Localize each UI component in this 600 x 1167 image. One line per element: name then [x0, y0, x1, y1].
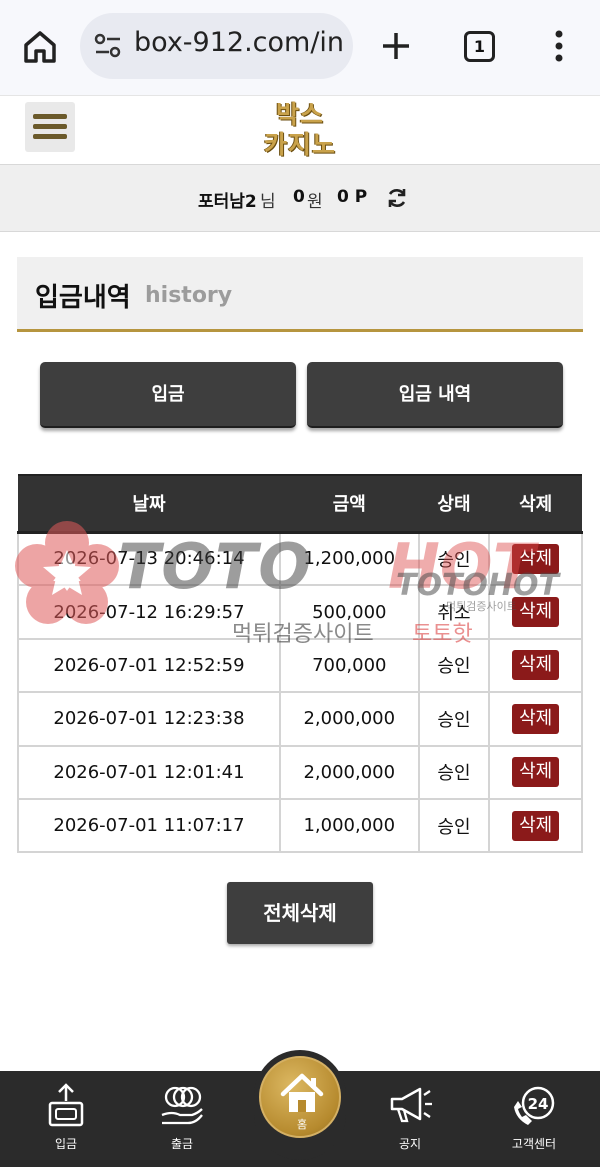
hamburger-line — [33, 124, 67, 129]
deposit-tab-button[interactable]: 입금 — [40, 362, 296, 428]
user-name-suffix: 님 — [260, 192, 276, 212]
row-amount: 700,000 — [278, 637, 420, 694]
row-date: 2026-07-01 11:07:17 — [17, 797, 281, 854]
row-date: 2026-07-01 12:01:41 — [17, 744, 281, 800]
svg-text:24: 24 — [528, 1095, 549, 1113]
user-name: 포터남2 — [198, 192, 257, 212]
nav-item-deposit[interactable]: 입금 — [11, 1071, 121, 1167]
row-status: 승인 — [417, 744, 491, 800]
tab-switcher-button[interactable]: 1 — [464, 31, 495, 62]
table-row: 2026-07-01 12:23:38 2,000,000 승인 삭제 — [17, 691, 583, 747]
row-delete-cell: 삭제 — [488, 691, 583, 747]
row-status: 승인 — [417, 637, 491, 694]
nav-label-deposit: 입금 — [54, 1137, 78, 1151]
row-status: 승인 — [417, 691, 491, 747]
row-amount: 1,200,000 — [278, 530, 420, 587]
row-delete-button[interactable]: 삭제 — [512, 703, 560, 734]
row-amount: 1,000,000 — [278, 797, 420, 854]
deposit-history-table: 날짜 금액 상태 삭제 2026-07-13 20:46:14 1,200,00… — [17, 474, 583, 854]
row-amount: 2,000,000 — [278, 691, 420, 747]
deposit-icon — [48, 1083, 84, 1127]
new-tab-plus-icon[interactable] — [380, 30, 412, 62]
more-vert-icon[interactable] — [552, 30, 566, 62]
page-subtitle: history — [145, 283, 233, 308]
table-row: 2026-07-01 12:52:59 700,000 승인 삭제 — [17, 637, 583, 694]
column-header-status: 상태 — [418, 474, 490, 534]
nav-item-notice[interactable]: 공지 — [355, 1071, 465, 1167]
row-amount: 500,000 — [278, 584, 420, 640]
row-delete-cell: 삭제 — [488, 584, 583, 640]
row-delete-button[interactable]: 삭제 — [512, 597, 560, 628]
table-row: 2026-07-01 11:07:17 1,000,000 승인 삭제 — [17, 797, 583, 854]
hamburger-menu-button[interactable] — [25, 102, 75, 152]
user-balance-unit: 원 — [307, 192, 323, 212]
url-text[interactable]: box-912.com/inou — [134, 27, 344, 58]
home-icon — [280, 1073, 324, 1112]
refresh-icon[interactable] — [386, 187, 408, 209]
support-24-icon: 24 — [514, 1086, 555, 1125]
page-title: 입금내역 — [35, 283, 131, 313]
column-header-delete: 삭제 — [489, 474, 582, 534]
row-delete-button[interactable]: 삭제 — [512, 650, 560, 681]
table-header-row: 날짜 금액 상태 삭제 — [18, 474, 582, 534]
user-balance: 0 — [293, 187, 305, 207]
url-bar[interactable]: box-912.com/inou — [80, 13, 353, 79]
row-date: 2026-07-13 20:46:14 — [17, 530, 281, 587]
nav-item-home[interactable]: 홈 — [254, 1050, 346, 1160]
table-row: 2026-07-01 12:01:41 2,000,000 승인 삭제 — [17, 744, 583, 800]
row-amount: 2,000,000 — [278, 744, 420, 800]
browser-toolbar: box-912.com/inou 1 — [0, 0, 600, 95]
row-delete-button[interactable]: 삭제 — [512, 810, 560, 841]
row-delete-button[interactable]: 삭제 — [512, 757, 560, 788]
user-info-bar: 포터남2 님 0 원 0 P — [0, 164, 600, 232]
home-button[interactable]: 홈 — [259, 1056, 341, 1138]
deposit-history-tab-button[interactable]: 입금 내역 — [307, 362, 563, 428]
site-logo[interactable]: 박스 카지노 — [250, 100, 350, 162]
row-delete-cell: 삭제 — [488, 637, 583, 694]
row-delete-cell: 삭제 — [488, 530, 583, 587]
user-points: 0 P — [337, 187, 368, 207]
row-status: 승인 — [417, 530, 491, 587]
hamburger-line — [33, 114, 67, 119]
row-delete-cell: 삭제 — [488, 744, 583, 800]
table-row: 2026-07-12 16:29:57 500,000 취소 삭제 — [17, 584, 583, 640]
site-settings-icon[interactable] — [94, 33, 122, 59]
logo-line-2: 카지노 — [263, 130, 336, 159]
row-delete-button[interactable]: 삭제 — [512, 543, 560, 574]
site-header: 박스 카지노 — [0, 95, 600, 164]
column-header-amount: 금액 — [279, 474, 419, 534]
nav-label-withdraw: 출금 — [170, 1137, 194, 1151]
nav-label-home: 홈 — [296, 1118, 308, 1131]
row-delete-cell: 삭제 — [488, 797, 583, 854]
row-status: 취소 — [417, 584, 491, 640]
nav-item-withdraw[interactable]: 출금 — [127, 1071, 237, 1167]
megaphone-icon — [390, 1087, 432, 1123]
column-header-date: 날짜 — [18, 474, 280, 534]
nav-item-support[interactable]: 24 고객센터 — [479, 1071, 589, 1167]
table-row: 2026-07-13 20:46:14 1,200,000 승인 삭제 — [17, 530, 583, 587]
withdraw-icon — [161, 1086, 203, 1125]
delete-all-button[interactable]: 전체삭제 — [227, 882, 373, 944]
row-date: 2026-07-01 12:23:38 — [17, 691, 281, 747]
section-title-box: 입금내역 history — [17, 257, 583, 332]
browser-home-icon[interactable] — [20, 27, 60, 67]
hamburger-line — [33, 134, 67, 139]
row-status: 승인 — [417, 797, 491, 854]
logo-line-1: 박스 — [275, 100, 324, 129]
row-date: 2026-07-01 12:52:59 — [17, 637, 281, 694]
nav-label-support: 고객센터 — [511, 1137, 557, 1151]
row-date: 2026-07-12 16:29:57 — [17, 584, 281, 640]
nav-label-notice: 공지 — [398, 1137, 422, 1151]
